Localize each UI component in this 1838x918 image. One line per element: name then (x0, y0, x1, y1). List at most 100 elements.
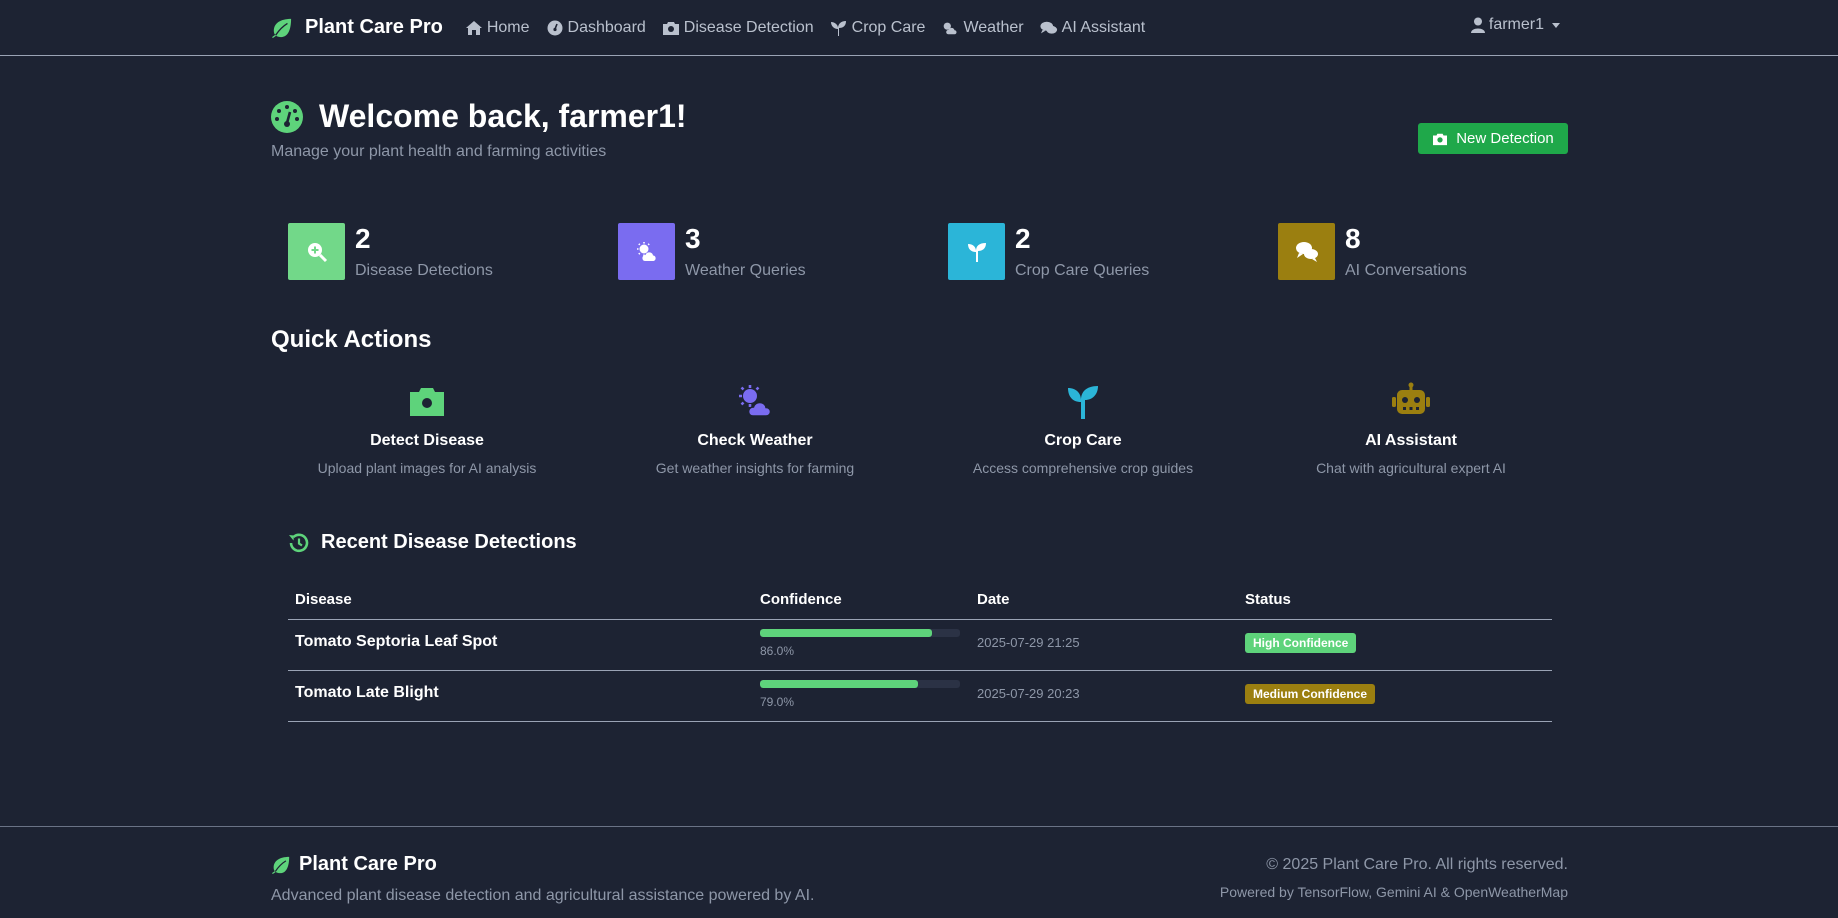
nav-dashboard[interactable]: Dashboard (546, 19, 646, 37)
footer-description: Advanced plant disease detection and agr… (271, 887, 815, 904)
stat-label: Weather Queries (685, 262, 806, 279)
stat-label: AI Conversations (1345, 262, 1467, 279)
recent-detections-heading: Recent Disease Detections (287, 531, 577, 554)
cloud-sun-icon (944, 22, 957, 34)
dashboard-icon (271, 100, 303, 133)
column-header-disease: Disease (295, 591, 352, 608)
user-dropdown[interactable]: farmer1 (1470, 16, 1560, 34)
stat-disease-detections: 2 Disease Detections (288, 223, 588, 283)
disease-name: Tomato Late Blight (295, 684, 439, 701)
quick-action-ai-assistant[interactable]: AI Assistant Chat with agricultural expe… (1261, 382, 1561, 476)
seedling-icon (967, 242, 986, 262)
recent-detections-table: Disease Confidence Date Status Tomato Se… (288, 585, 1552, 722)
nav-ai-assistant[interactable]: AI Assistant (1040, 18, 1146, 37)
page-title-row: Welcome back, farmer1! (271, 98, 687, 135)
quick-action-detect-disease[interactable]: Detect Disease Upload plant images for A… (277, 382, 577, 476)
history-icon (289, 533, 309, 552)
quick-actions-heading: Quick Actions (271, 326, 432, 353)
search-plus-icon (307, 242, 327, 262)
stat-value: 2 (355, 223, 371, 254)
brand-name: Plant Care Pro (305, 16, 443, 38)
stat-label: Disease Detections (355, 262, 493, 279)
table-row[interactable]: Tomato Septoria Leaf Spot 86.0% 2025-07-… (288, 620, 1552, 671)
footer-brand-name: Plant Care Pro (299, 853, 437, 875)
user-icon (1470, 17, 1485, 33)
camera-icon (1433, 133, 1448, 145)
disease-name: Tomato Septoria Leaf Spot (295, 633, 498, 650)
quick-action-title: Crop Care (1044, 432, 1122, 449)
home-icon (465, 20, 482, 35)
table-row[interactable]: Tomato Late Blight 79.0% 2025-07-29 20:2… (288, 671, 1552, 722)
confidence-bar-fill (760, 680, 918, 688)
camera-icon (410, 388, 444, 416)
user-name: farmer1 (1488, 16, 1544, 33)
stat-value: 3 (685, 223, 701, 254)
page-subtitle: Manage your plant health and farming act… (271, 143, 607, 160)
recent-detections-title: Recent Disease Detections (321, 531, 577, 553)
comments-icon (1295, 241, 1318, 262)
robot-icon (1392, 382, 1430, 414)
leaf-icon (272, 856, 290, 874)
camera-icon (662, 21, 679, 35)
brand-link[interactable]: Plant Care Pro (271, 16, 443, 39)
stat-icon-box (948, 223, 1005, 280)
quick-action-title: AI Assistant (1365, 432, 1457, 449)
new-detection-button[interactable]: New Detection (1418, 123, 1568, 154)
detection-date: 2025-07-29 21:25 (977, 635, 1080, 650)
cloud-sun-icon (739, 385, 772, 417)
nav-crop-care-label: Crop Care (851, 18, 926, 36)
footer-brand: Plant Care Pro (271, 853, 437, 876)
confidence-bar-fill (760, 629, 932, 637)
nav-weather-label: Weather (963, 18, 1024, 36)
nav-disease-detection-label: Disease Detection (683, 18, 814, 36)
top-navbar: Plant Care Pro Home Dashboard Disease De… (0, 0, 1838, 56)
caret-down-icon (1552, 22, 1560, 28)
status-badge: High Confidence (1245, 633, 1357, 653)
confidence-value: 86.0% (760, 644, 795, 658)
quick-action-desc: Get weather insights for farming (655, 460, 855, 476)
seedling-icon (830, 20, 846, 36)
quick-action-title: Check Weather (697, 432, 813, 449)
footer: Plant Care Pro Advanced plant disease de… (0, 826, 1838, 918)
column-header-status: Status (1245, 591, 1291, 608)
nav-home[interactable]: Home (465, 19, 530, 37)
stat-weather-queries: 3 Weather Queries (618, 223, 918, 283)
quick-action-title: Detect Disease (370, 432, 484, 449)
quick-action-check-weather[interactable]: Check Weather Get weather insights for f… (605, 382, 905, 476)
stat-ai-conversations: 8 AI Conversations (1278, 223, 1578, 283)
quick-action-desc: Upload plant images for AI analysis (317, 460, 537, 476)
stat-icon-box (288, 223, 345, 280)
confidence-bar (760, 629, 960, 637)
page-title: Welcome back, farmer1! (319, 98, 687, 134)
column-header-date: Date (977, 591, 1010, 608)
cloud-sun-icon (636, 241, 656, 261)
stat-value: 2 (1015, 223, 1031, 254)
detection-date: 2025-07-29 20:23 (977, 686, 1080, 701)
status-badge: Medium Confidence (1245, 684, 1376, 704)
nav-home-label: Home (486, 18, 530, 36)
navbar-inner: Plant Care Pro Home Dashboard Disease De… (271, 0, 1568, 55)
seedling-icon (1068, 386, 1098, 419)
stat-value: 8 (1345, 223, 1361, 254)
column-header-confidence: Confidence (760, 591, 842, 608)
stat-icon-box (1278, 223, 1335, 280)
new-detection-label: New Detection (1456, 130, 1554, 147)
stat-label: Crop Care Queries (1015, 262, 1150, 279)
stat-icon-box (618, 223, 675, 280)
table-header: Disease Confidence Date Status (288, 585, 1552, 620)
nav-ai-assistant-label: AI Assistant (1061, 18, 1146, 36)
footer-powered-by: Powered by TensorFlow, Gemini AI & OpenW… (1219, 884, 1568, 900)
dashboard-icon (547, 20, 563, 35)
quick-action-desc: Access comprehensive crop guides (972, 460, 1194, 476)
quick-action-desc: Chat with agricultural expert AI (1316, 460, 1506, 476)
nav-dashboard-label: Dashboard (567, 18, 646, 36)
comments-icon (1040, 21, 1057, 34)
nav-crop-care[interactable]: Crop Care (830, 18, 926, 37)
quick-action-crop-care[interactable]: Crop Care Access comprehensive crop guid… (933, 382, 1233, 476)
leaf-icon (272, 18, 292, 38)
confidence-bar (760, 680, 960, 688)
footer-copyright: © 2025 Plant Care Pro. All rights reserv… (1266, 856, 1568, 873)
nav-weather[interactable]: Weather (941, 18, 1024, 37)
nav-disease-detection[interactable]: Disease Detection (662, 19, 814, 37)
confidence-value: 79.0% (760, 695, 795, 709)
